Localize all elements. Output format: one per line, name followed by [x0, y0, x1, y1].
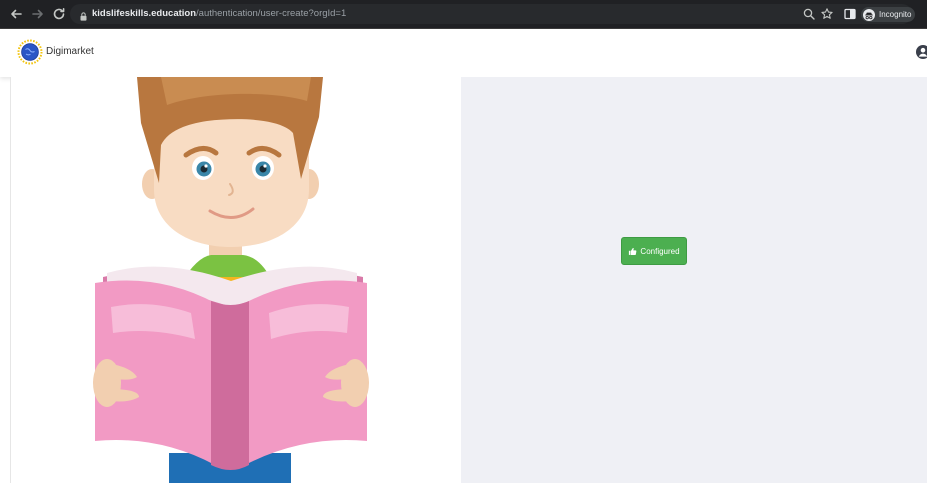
app-header: Digimarket	[0, 29, 927, 77]
content-panel	[461, 77, 927, 483]
user-circle-icon[interactable]	[916, 45, 927, 59]
configured-label: Configured	[640, 246, 680, 256]
star-icon[interactable]	[820, 7, 834, 21]
incognito-indicator[interactable]: Incognito	[861, 7, 916, 22]
url-host: kidslifeskills.education	[92, 8, 197, 19]
incognito-icon	[863, 8, 875, 21]
side-panel-icon[interactable]	[843, 7, 857, 21]
digimarket-logo-icon[interactable]	[17, 39, 43, 65]
reload-icon[interactable]	[51, 6, 67, 22]
url-path: /authentication/user-create?orgId=1	[196, 8, 347, 19]
back-arrow-icon[interactable]	[8, 6, 24, 22]
boy-reading-illustration	[93, 77, 369, 483]
browser-toolbar: kidslifeskills.education/authentication/…	[0, 0, 927, 28]
zoom-icon[interactable]	[802, 7, 816, 21]
thumbs-up-icon	[629, 247, 637, 255]
incognito-label: Incognito	[879, 9, 912, 19]
lock-icon[interactable]	[80, 8, 87, 21]
illustration-panel	[10, 77, 461, 483]
brand-name[interactable]: Digimarket	[46, 46, 94, 57]
forward-arrow-icon[interactable]	[30, 6, 46, 22]
address-bar-url[interactable]: kidslifeskills.education/authentication/…	[92, 6, 346, 22]
configured-button[interactable]: Configured	[621, 237, 687, 265]
